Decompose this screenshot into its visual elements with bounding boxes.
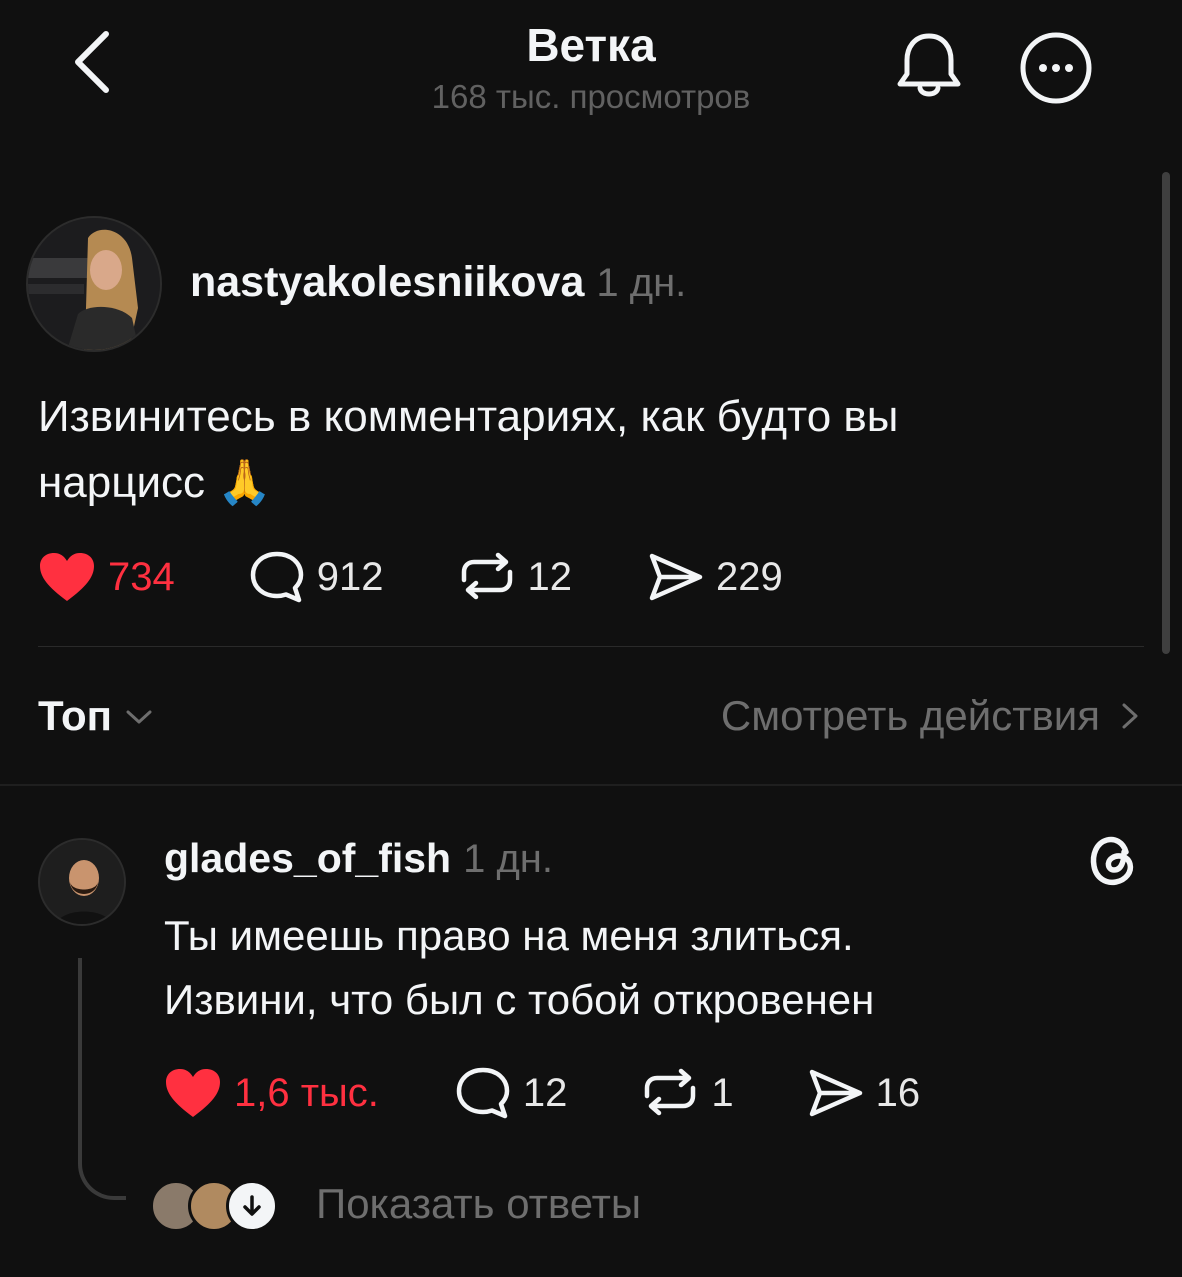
reply-username[interactable]: glades_of_fish	[164, 835, 451, 881]
reply-author[interactable]: glades_of_fish 1 дн.	[164, 835, 553, 882]
post-text: Извинитесь в комментариях, как будто вы …	[38, 384, 1038, 516]
post-share-button[interactable]: 229	[648, 552, 783, 602]
scrollbar[interactable]	[1162, 172, 1170, 654]
avatar-photo	[28, 218, 160, 350]
more-icon	[1020, 32, 1092, 104]
post-author[interactable]: nastyakolesniikova 1 дн.	[190, 258, 686, 307]
post-share-count: 229	[716, 554, 783, 599]
post-comment-button[interactable]: 912	[249, 550, 384, 604]
post-repost-count: 12	[527, 554, 573, 599]
post-text-line2-row: нарцисс 🙏	[38, 450, 1038, 516]
notifications-button[interactable]	[894, 30, 964, 102]
heart-filled-icon	[40, 553, 94, 601]
post-text-line2: нарцисс	[38, 458, 206, 507]
post-repost-button[interactable]: 12	[458, 552, 573, 602]
reply-comment-count: 12	[522, 1070, 568, 1115]
page-title: Ветка	[526, 19, 656, 71]
comment-icon	[250, 551, 303, 603]
more-options-button[interactable]	[1018, 30, 1094, 106]
reply-comment-button[interactable]: 12	[455, 1066, 568, 1120]
sort-dropdown[interactable]: Топ	[38, 692, 156, 740]
reply-share-button[interactable]: 16	[808, 1068, 921, 1118]
send-icon	[649, 553, 703, 601]
arrow-down-badge	[226, 1180, 278, 1232]
threads-logo-icon[interactable]	[1082, 828, 1144, 890]
views-count: 168 тыс. просмотров	[431, 78, 751, 115]
reply-repost-button[interactable]: 1	[641, 1068, 734, 1118]
divider	[38, 646, 1144, 647]
comment-icon	[456, 1067, 510, 1119]
thread-line	[78, 958, 126, 1200]
post-username[interactable]: nastyakolesniikova	[190, 258, 584, 306]
reply-actions: 1,6 тыс. 12 1 16	[164, 1066, 920, 1120]
reply-avatar[interactable]	[38, 838, 126, 926]
heart-filled-icon	[166, 1069, 220, 1117]
post-comment-count: 912	[316, 554, 384, 599]
view-activity-label: Смотреть действия	[720, 692, 1100, 739]
reply-share-count: 16	[875, 1070, 921, 1115]
section-divider	[0, 784, 1182, 786]
replier-avatars[interactable]	[150, 1180, 290, 1232]
send-icon	[809, 1069, 862, 1117]
reply-like-button[interactable]: 1,6 тыс.	[164, 1067, 379, 1119]
reply-time: 1 дн.	[463, 837, 553, 881]
repost-icon	[461, 552, 512, 600]
repost-icon	[645, 1068, 696, 1116]
reply-like-count: 1,6 тыс.	[234, 1070, 379, 1115]
reply-avatar-photo	[40, 840, 124, 924]
arrow-down-icon	[243, 1195, 261, 1216]
reply-text: Ты имеешь право на меня злиться. Извини,…	[164, 904, 1064, 1032]
show-replies-link[interactable]: Показать ответы	[316, 1180, 641, 1228]
post-like-count: 734	[108, 554, 175, 599]
sort-label: Топ	[38, 692, 113, 739]
post-actions: 734 912 12 229	[38, 550, 783, 604]
chevron-down-icon	[126, 710, 152, 724]
bell-icon	[897, 33, 961, 97]
post-time: 1 дн.	[596, 261, 687, 305]
post-like-button[interactable]: 734	[38, 551, 175, 603]
view-activity-link[interactable]: Смотреть действия	[721, 692, 1144, 740]
prayer-emoji-icon: 🙏	[217, 458, 273, 507]
reply-text-line1: Ты имеешь право на меня злиться.	[164, 912, 854, 959]
reply-repost-count: 1	[711, 1070, 734, 1115]
post-text-line1: Извинитесь в комментариях, как будто вы	[38, 392, 899, 441]
reply-text-line2: Извини, что был с тобой откровенен	[164, 976, 875, 1023]
avatar[interactable]	[26, 216, 162, 352]
chevron-right-icon	[1122, 703, 1138, 729]
